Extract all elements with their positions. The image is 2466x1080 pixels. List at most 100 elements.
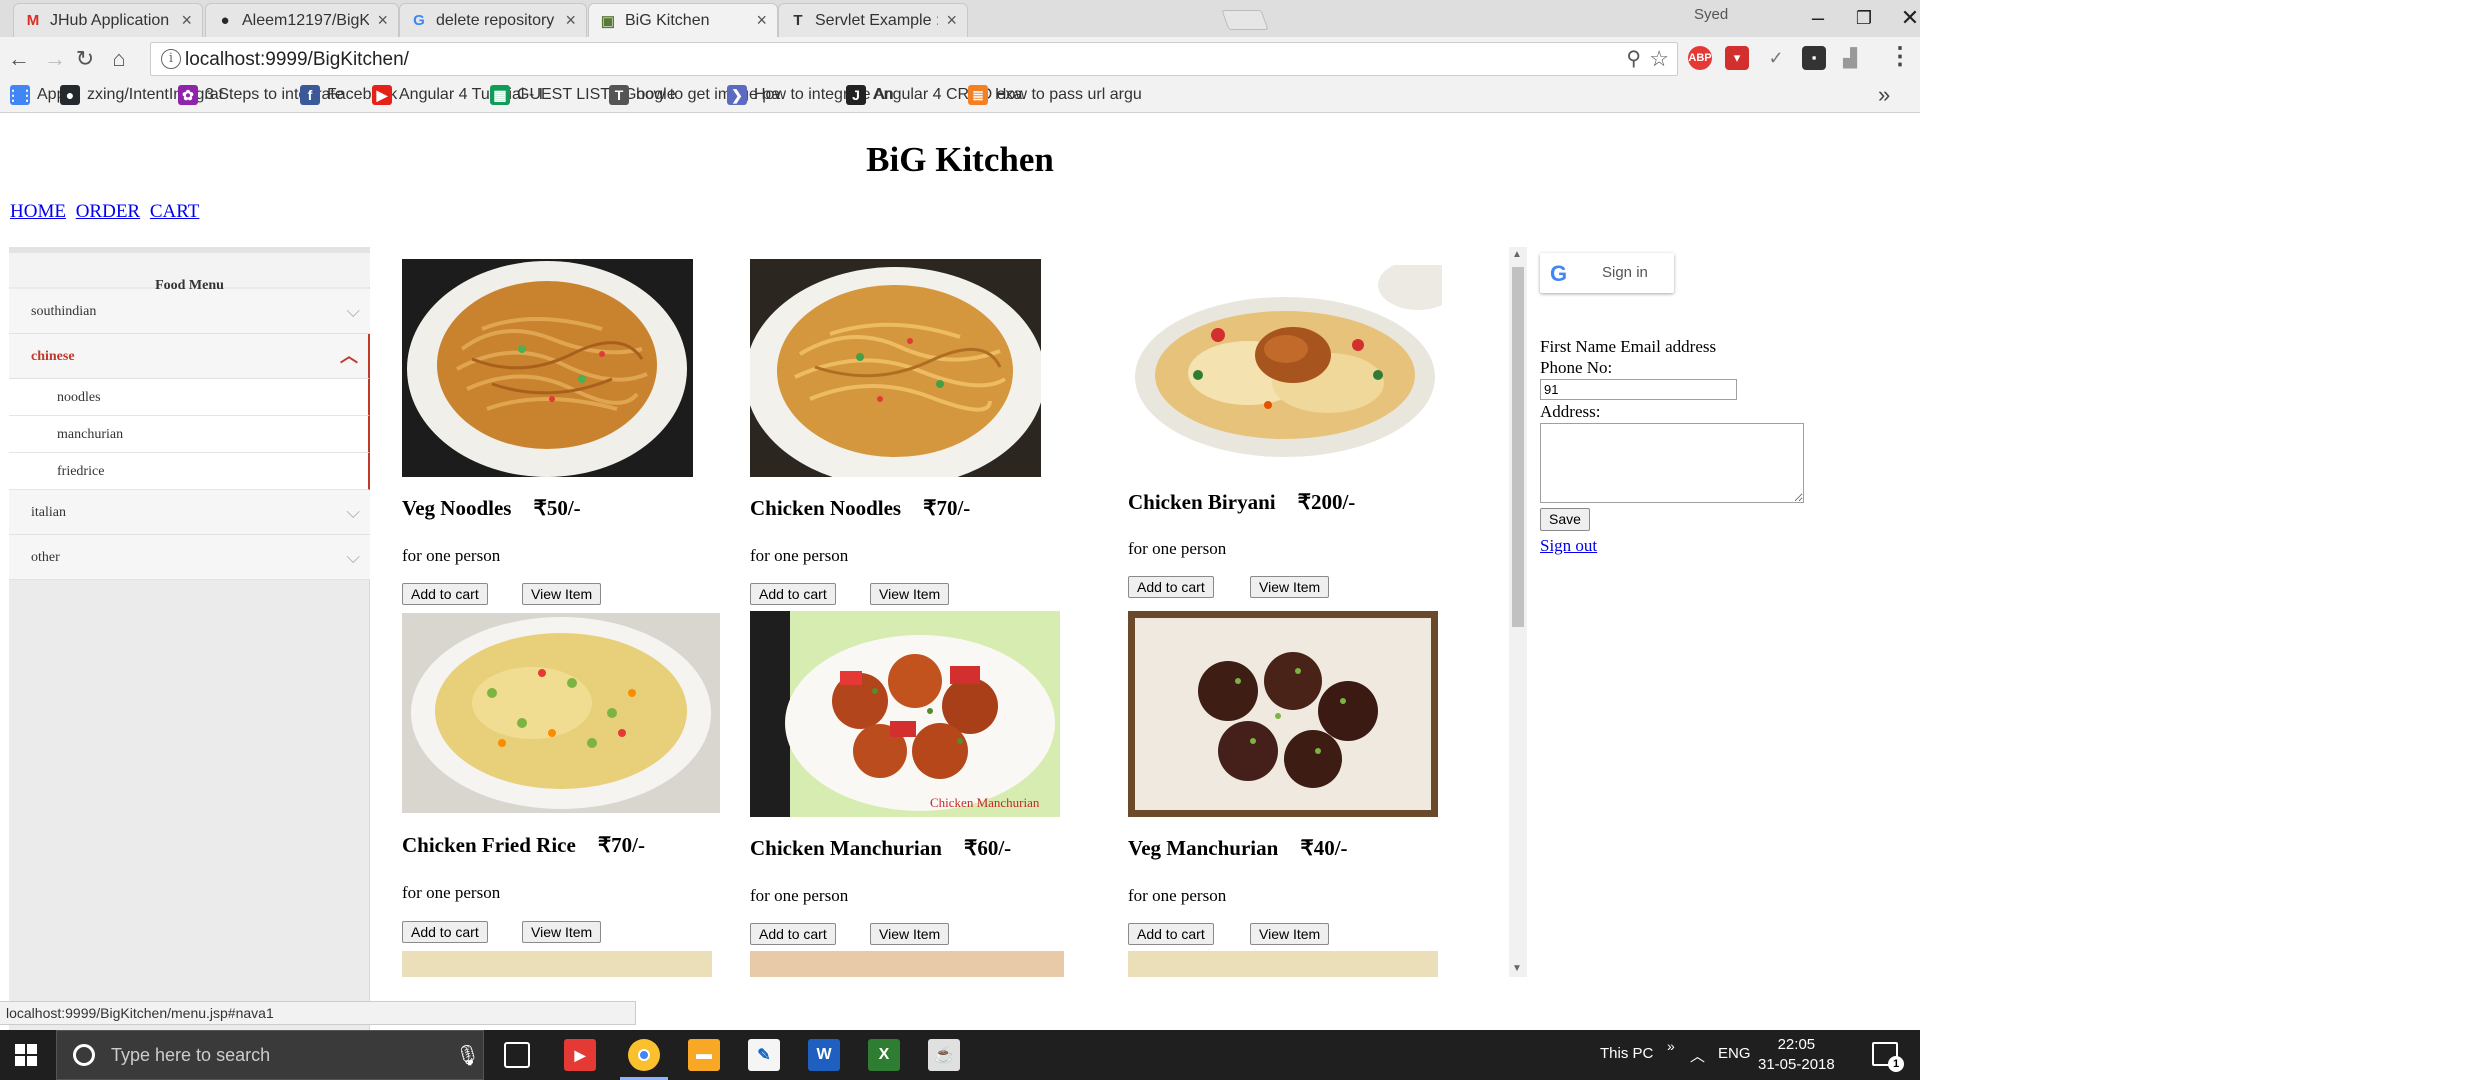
scroll-up-icon[interactable]: ▲ <box>1512 249 1522 260</box>
save-button[interactable]: Save <box>1540 508 1590 531</box>
google-signin-button[interactable]: G Sign in <box>1540 253 1674 293</box>
add-to-cart-button[interactable]: Add to cart <box>750 583 836 605</box>
action-center-icon[interactable]: 1 <box>1872 1042 1904 1072</box>
show-hidden-icons[interactable]: ︿ <box>1690 1045 1705 1066</box>
view-item-button[interactable]: View Item <box>522 583 602 605</box>
add-to-cart-button[interactable]: Add to cart <box>1128 923 1214 945</box>
food-image-partial[interactable] <box>750 951 1064 977</box>
chrome-icon[interactable] <box>628 1039 660 1071</box>
food-menu-sidebar: Food Menu southindian ⌵ chinese ︿ noodle… <box>9 247 370 1080</box>
windows-start-icon[interactable] <box>15 1044 37 1066</box>
reload-icon[interactable]: ↻ <box>70 44 100 74</box>
close-window-icon[interactable]: ✕ <box>1882 3 1938 33</box>
tray-expand-icon[interactable]: » <box>1667 1038 1675 1054</box>
scroll-down-icon[interactable]: ▼ <box>1512 963 1522 974</box>
close-tab-icon[interactable]: × <box>181 10 192 31</box>
sign-out-link[interactable]: Sign out <box>1540 536 1597 556</box>
chicken-noodles-image[interactable] <box>750 259 1041 477</box>
view-item-button[interactable]: View Item <box>1250 576 1330 598</box>
category-chinese[interactable]: chinese ︿ <box>9 334 370 379</box>
stats-icon[interactable]: ▟ <box>1838 46 1862 70</box>
view-item-button[interactable]: View Item <box>522 921 602 943</box>
content-scrollbar[interactable]: ▲ ▼ <box>1509 247 1527 977</box>
image-caption: Chicken Manchurian <box>930 795 1040 810</box>
bookmarks-overflow-icon[interactable]: » <box>1878 82 1890 108</box>
check-icon[interactable]: ✓ <box>1764 46 1788 70</box>
this-pc-label[interactable]: This PC <box>1600 1045 1653 1062</box>
item-serves: for one person <box>1128 886 1227 905</box>
category-label: chinese <box>31 349 75 364</box>
view-item-button[interactable]: View Item <box>1250 923 1330 945</box>
profile-name[interactable]: Syed <box>1694 6 1728 23</box>
chicken-fried-rice-image[interactable] <box>402 613 720 813</box>
close-tab-icon[interactable]: × <box>946 10 957 31</box>
phone-input[interactable] <box>1540 379 1737 400</box>
manchurian-photo: Chicken Manchurian <box>750 611 1060 817</box>
new-tab-button[interactable] <box>1221 10 1269 30</box>
excel-icon[interactable]: X <box>868 1039 900 1071</box>
language-indicator[interactable]: ENG <box>1718 1045 1751 1062</box>
item-serves: for one person <box>750 886 849 905</box>
info-icon[interactable]: i <box>161 49 181 69</box>
notepad-icon[interactable]: ✎ <box>748 1039 780 1071</box>
chicken-biryani-image[interactable] <box>1128 265 1442 469</box>
nav-home-link[interactable]: HOME <box>10 201 66 222</box>
taskbar-search-box[interactable]: Type here to search 🎙 <box>56 1030 484 1080</box>
java-icon[interactable]: ☕ <box>928 1039 960 1071</box>
browser-tab-active[interactable]: ▣ BiG Kitchen × <box>588 3 778 37</box>
back-icon[interactable]: ← <box>4 44 34 74</box>
forward-icon[interactable]: → <box>40 44 70 74</box>
category-other[interactable]: other ⌵ <box>9 535 370 580</box>
veg-noodles-title: Veg Noodles ₹50/- <box>402 496 581 521</box>
notification-count: 1 <box>1888 1056 1904 1072</box>
nav-order-link[interactable]: ORDER <box>76 201 140 222</box>
pocket-icon[interactable]: ▾ <box>1725 46 1749 70</box>
food-image-partial[interactable] <box>1128 951 1438 977</box>
add-to-cart-button[interactable]: Add to cart <box>750 923 836 945</box>
tab-title: BiG Kitchen <box>625 11 710 29</box>
word-icon[interactable]: W <box>808 1039 840 1071</box>
youtube-icon[interactable]: ▶ <box>564 1039 596 1071</box>
view-item-button[interactable]: View Item <box>870 923 950 945</box>
chicken-biryani-title: Chicken Biryani ₹200/- <box>1128 490 1355 515</box>
zoom-icon[interactable]: ⚲ <box>1626 46 1641 71</box>
file-explorer-icon[interactable]: ▬ <box>688 1039 720 1071</box>
scrollbar-thumb[interactable] <box>1512 267 1524 627</box>
extension-icon[interactable]: ▪ <box>1802 46 1826 70</box>
subcategory-friedrice[interactable]: friedrice <box>9 453 370 490</box>
address-url[interactable]: localhost:9999/BigKitchen/ <box>185 49 409 71</box>
nav-cart-link[interactable]: CART <box>150 201 200 222</box>
home-icon[interactable]: ⌂ <box>104 44 134 74</box>
task-view-icon[interactable] <box>504 1042 530 1068</box>
add-to-cart-button[interactable]: Add to cart <box>402 921 488 943</box>
close-tab-icon[interactable]: × <box>756 10 767 31</box>
browser-tab[interactable]: M JHub Application - syeda × <box>13 3 203 37</box>
noodles-photo <box>402 259 693 477</box>
subcategory-manchurian[interactable]: manchurian <box>9 416 370 453</box>
close-tab-icon[interactable]: × <box>565 10 576 31</box>
category-southindian[interactable]: southindian ⌵ <box>9 289 370 334</box>
veg-noodles-image[interactable] <box>402 259 693 477</box>
veg-manchurian-image[interactable] <box>1128 611 1438 817</box>
food-image-partial[interactable] <box>402 951 712 977</box>
add-to-cart-button[interactable]: Add to cart <box>1128 576 1214 598</box>
address-bar[interactable]: i localhost:9999/BigKitchen/ ⚲ ☆ <box>150 42 1678 76</box>
close-tab-icon[interactable]: × <box>377 10 388 31</box>
browser-tab[interactable]: G delete repository github × <box>399 3 587 37</box>
microphone-icon[interactable]: 🎙 <box>455 1043 480 1068</box>
bookmarks-bar: ⋮⋮ Apps ● zxing/IntentIntegrat ✿ 3 Steps to i… <box>0 80 1920 112</box>
browser-tab[interactable]: T Servlet Example : Steps to × <box>778 3 968 37</box>
chevron-down-icon: ⌵ <box>346 301 360 322</box>
subcategory-noodles[interactable]: noodles <box>9 379 370 416</box>
chicken-manchurian-image[interactable]: Chicken Manchurian <box>750 611 1060 817</box>
add-to-cart-button[interactable]: Add to cart <box>402 583 488 605</box>
address-textarea[interactable] <box>1540 423 1804 503</box>
adblock-icon[interactable]: ABP <box>1688 46 1712 70</box>
browser-tab[interactable]: ● Aleem12197/BigKitchen: × <box>205 3 399 37</box>
chrome-menu-icon[interactable]: ⋮ <box>1888 42 1912 71</box>
system-clock[interactable]: 22:05 31-05-2018 <box>1758 1035 1835 1075</box>
view-item-button[interactable]: View Item <box>870 583 950 605</box>
category-italian[interactable]: italian ⌵ <box>9 490 370 535</box>
bookmark-item[interactable]: ≣ How to pass url argu <box>968 85 1142 105</box>
bookmark-star-icon[interactable]: ☆ <box>1649 46 1669 72</box>
